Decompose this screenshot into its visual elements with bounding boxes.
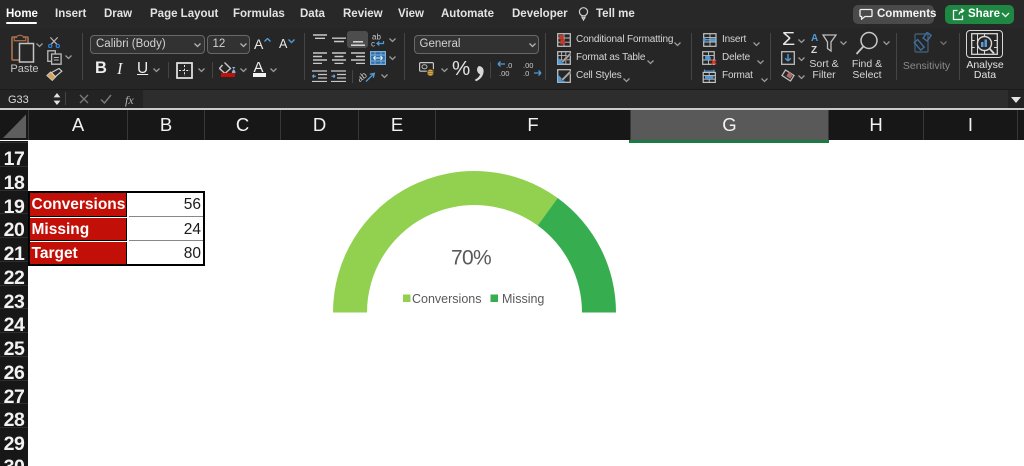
svg-text:70%: 70% [451, 247, 491, 270]
svg-text:A: A [811, 33, 818, 44]
svg-text:.00: .00 [499, 69, 509, 77]
svg-text:Z: Z [811, 45, 817, 56]
svg-text:Conversions: Conversions [412, 292, 481, 306]
svg-text:c: c [371, 40, 375, 48]
svg-text:Missing: Missing [502, 292, 544, 306]
svg-text:.0: .0 [523, 69, 529, 77]
